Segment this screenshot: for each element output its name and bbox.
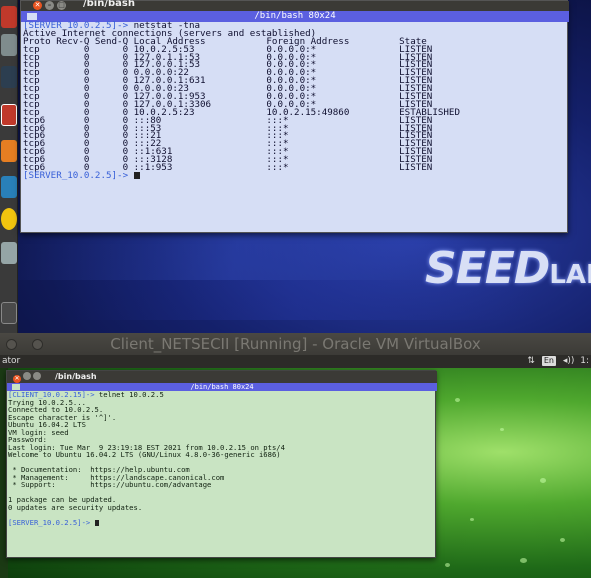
panel-app-name: ator [2,356,21,366]
search-launcher-icon[interactable] [1,6,17,28]
window-titlebar[interactable]: ✕ /bin/bash [7,371,437,383]
maximize-icon[interactable] [33,372,41,380]
terminal-line: VM login: seed [8,428,437,437]
terminal-line-text: telnet 10.0.2.5 [94,390,164,399]
terminal-line-text: Welcome to Ubuntu 16.04.2 LTS (GNU/Linux… [8,450,281,459]
terminal-line: * Support: https://ubuntu.com/advantage [8,481,437,489]
wallpaper-bubble [520,558,527,563]
client-vm-screen[interactable]: ✕ /bin/bash /bin/bash 80x24 [CLIENT_10.0… [0,368,591,578]
wallpaper-bubble [540,478,546,483]
terminal-launcher-icon[interactable] [1,66,17,88]
close-icon[interactable]: ✕ [33,1,42,10]
window-titlebar[interactable]: ✕ – □ /bin/bash [21,0,569,11]
text-editor-launcher-icon[interactable] [1,140,17,162]
terminal-line: [SERVER_10.0.2.5]-> [23,169,569,181]
volume-icon[interactable]: ◂)) [563,356,575,366]
terminal-output[interactable]: [SERVER_10.0.2.5]-> netstat -tna Active I… [21,21,569,232]
terminal-line-text: * Support: https://ubuntu.com/advantage [8,480,212,489]
shell-prompt: [SERVER_10.0.2.5]-> [8,517,91,527]
server-terminal-window[interactable]: ✕ – □ /bin/bash /bin/bash 80x24 [SERVER_10… [20,0,569,233]
window-title: /bin/bash [83,0,135,9]
wallpaper-bubble [560,538,565,542]
wallpaper-bubble [500,428,504,431]
client-terminal-window[interactable]: ✕ /bin/bash /bin/bash 80x24 [CLIENT_10.0… [6,370,437,558]
settings-launcher-icon[interactable] [1,242,17,264]
virtualbox-window-title: Client_NETSECII [Running] - Oracle VM Vi… [110,335,481,353]
wallpaper-bubble [470,518,474,521]
wallpaper-bubble [455,398,460,402]
virtualbox-titlebar[interactable]: Client_NETSECII [Running] - Oracle VM Vi… [0,333,591,355]
minimize-icon[interactable] [23,372,31,380]
terminal-line: [SERVER_10.0.2.5]-> [8,517,437,527]
text-cursor [94,519,99,526]
terminal-line: Welcome to Ubuntu 16.04.2 LTS (GNU/Linux… [8,451,437,459]
window-title: /bin/bash [55,372,97,381]
files-launcher-icon[interactable] [1,34,17,56]
server-vm-screen[interactable]: SEEDLAB ✕–□ /bin/bash /bin/bash 80x24 [S… [0,0,591,333]
wallpaper-bubble [445,563,450,567]
clock[interactable]: 1: [580,356,589,366]
trash-launcher-icon[interactable] [1,302,17,324]
shell-prompt: [SERVER_10.0.2.5]-> [23,169,129,181]
keyboard-layout-indicator[interactable]: En [541,356,556,366]
unity-launcher [0,0,18,333]
seedlabs-logo: SEEDLAB [425,243,591,294]
terminal-output[interactable]: [CLIENT_10.0.2.15]-> telnet 10.0.2.5 Tryi… [7,391,437,557]
terminal-line-text: 0 updates are security updates. [8,502,143,512]
maximize-icon[interactable]: □ [57,1,66,10]
terminal-line: 0 updates are security updates. [8,502,437,512]
top-panel: ator ⇅ En ◂)) 1: [0,355,591,368]
wireshark-launcher-icon[interactable] [1,176,17,198]
minimize-icon[interactable]: – [45,1,54,10]
network-icon[interactable]: ⇅ [527,356,535,366]
terminal-line: Ubuntu 16.04.2 LTS [8,421,437,429]
app-launcher-icon[interactable] [1,104,17,126]
text-cursor [133,171,140,179]
close-icon[interactable]: ✕ [13,375,21,383]
browser-launcher-icon[interactable] [1,208,17,230]
